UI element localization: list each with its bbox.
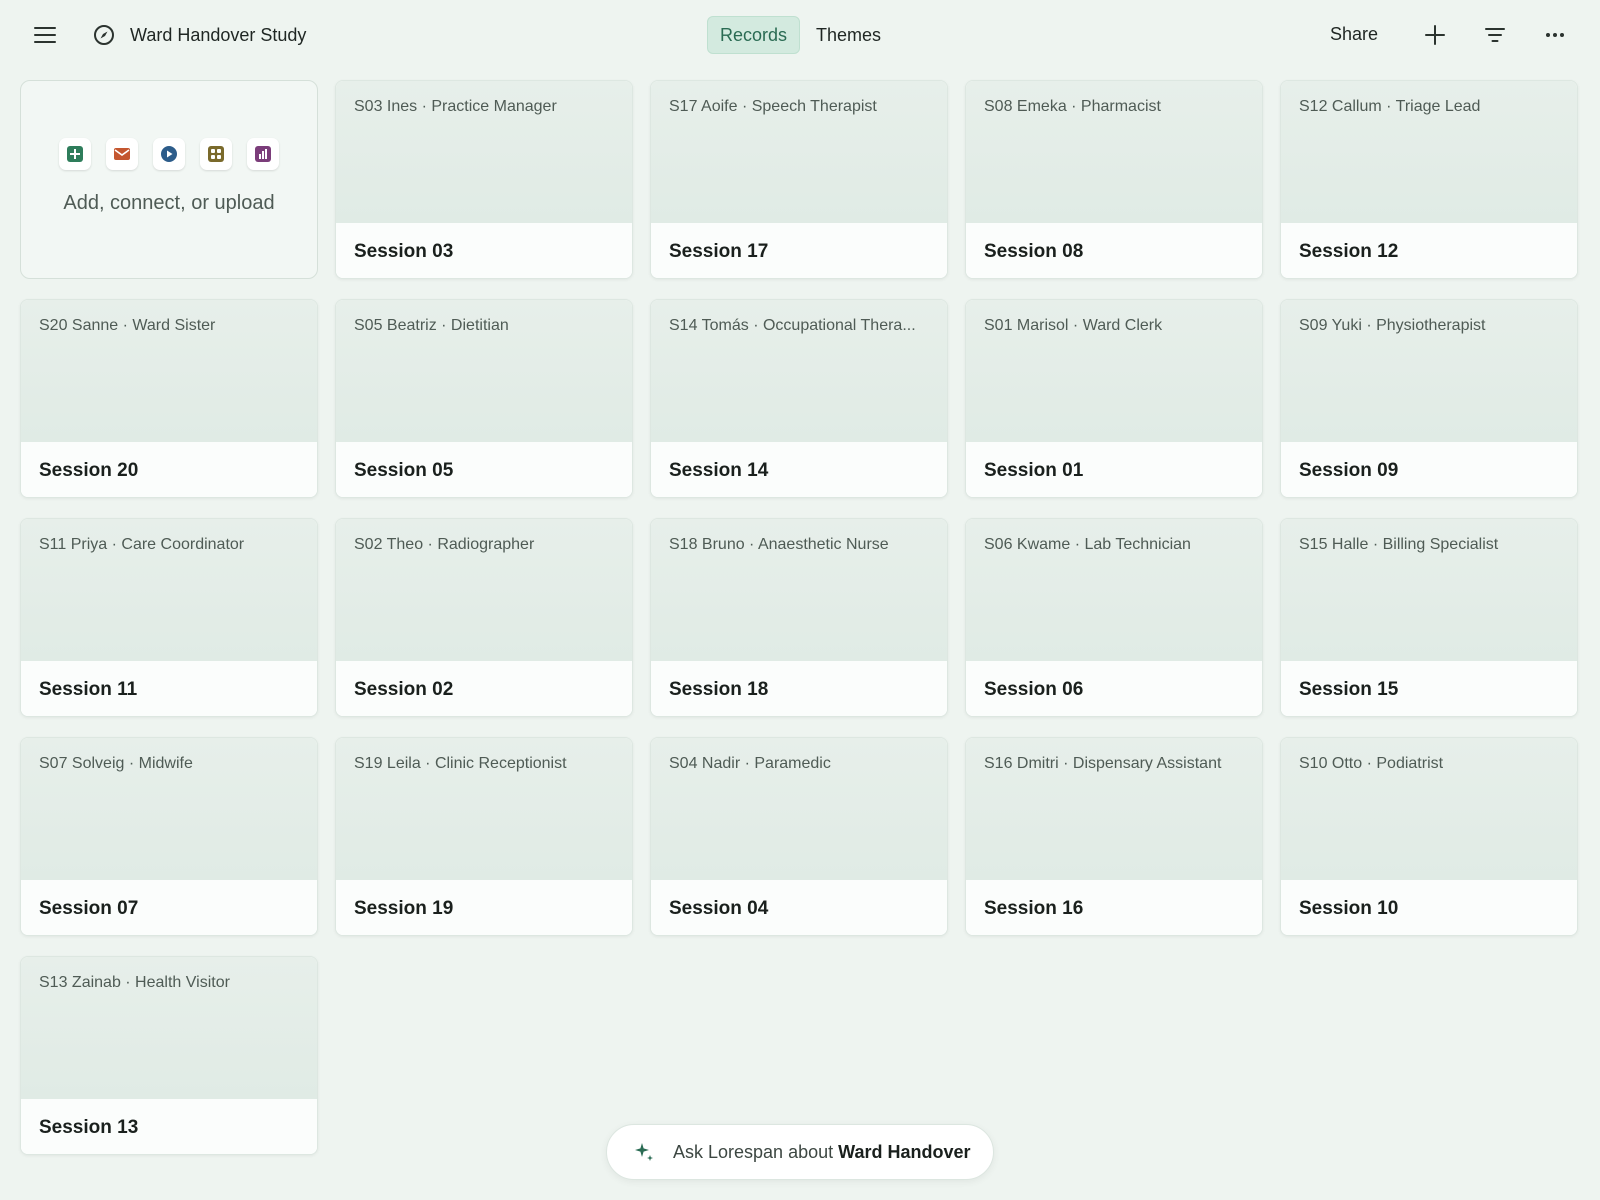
add-connect-upload-label: Add, connect, or upload <box>63 192 275 214</box>
record-session-title: Session 20 <box>21 442 317 497</box>
record-participant-label: S03 Ines · Practice Manager <box>336 81 632 223</box>
record-card[interactable]: S10 Otto · Podiatrist Session 10 <box>1280 737 1578 936</box>
record-session-title: Session 13 <box>21 1099 317 1154</box>
add-icon[interactable] <box>59 138 91 170</box>
menu-button[interactable] <box>27 17 63 53</box>
record-participant-label: S13 Zainab · Health Visitor <box>21 957 317 1099</box>
chart-icon[interactable] <box>247 138 279 170</box>
record-card[interactable]: S17 Aoife · Speech Therapist Session 17 <box>650 80 948 279</box>
plus-icon <box>1425 25 1445 45</box>
view-tabs: Records Themes <box>707 16 893 56</box>
record-card[interactable]: S16 Dmitri · Dispensary Assistant Session… <box>965 737 1263 936</box>
record-participant-label: S02 Theo · Radiographer <box>336 519 632 661</box>
record-session-title: Session 14 <box>651 442 947 497</box>
add-source-icons <box>59 138 279 170</box>
record-participant-label: S09 Yuki · Physiotherapist <box>1281 300 1577 442</box>
record-participant-label: S06 Kwame · Lab Technician <box>966 519 1262 661</box>
record-card[interactable]: S04 Nadir · Paramedic Session 04 <box>650 737 948 936</box>
record-card[interactable]: S09 Yuki · Physiotherapist Session 09 <box>1280 299 1578 498</box>
play-icon[interactable] <box>153 138 185 170</box>
record-card[interactable]: S20 Sanne · Ward Sister Session 20 <box>20 299 318 498</box>
record-participant-label: S07 Solveig · Midwife <box>21 738 317 880</box>
record-card[interactable]: S02 Theo · Radiographer Session 02 <box>335 518 633 717</box>
record-session-title: Session 06 <box>966 661 1262 716</box>
filter-button[interactable] <box>1477 17 1513 53</box>
record-participant-label: S17 Aoife · Speech Therapist <box>651 81 947 223</box>
record-session-title: Session 01 <box>966 442 1262 497</box>
share-button[interactable]: Share <box>1330 24 1378 45</box>
record-card[interactable]: S14 Tomás · Occupational Thera... Session… <box>650 299 948 498</box>
record-card[interactable]: S01 Marisol · Ward Clerk Session 01 <box>965 299 1263 498</box>
record-session-title: Session 19 <box>336 880 632 935</box>
add-button[interactable] <box>1417 17 1453 53</box>
record-card[interactable]: S08 Emeka · Pharmacist Session 08 <box>965 80 1263 279</box>
record-card[interactable]: S15 Halle · Billing Specialist Session 15 <box>1280 518 1578 717</box>
record-card[interactable]: S19 Leila · Clinic Receptionist Session 1… <box>335 737 633 936</box>
record-session-title: Session 05 <box>336 442 632 497</box>
record-session-title: Session 16 <box>966 880 1262 935</box>
record-participant-label: S15 Halle · Billing Specialist <box>1281 519 1577 661</box>
record-participant-label: S12 Callum · Triage Lead <box>1281 81 1577 223</box>
ellipsis-icon <box>1546 33 1564 37</box>
record-participant-label: S05 Beatriz · Dietitian <box>336 300 632 442</box>
sparkle-icon <box>635 1143 653 1161</box>
tab-themes[interactable]: Themes <box>804 16 893 54</box>
record-participant-label: S10 Otto · Podiatrist <box>1281 738 1577 880</box>
record-card[interactable]: S05 Beatriz · Dietitian Session 05 <box>335 299 633 498</box>
compass-icon <box>92 23 116 47</box>
record-card[interactable]: S18 Bruno · Anaesthetic Nurse Session 18 <box>650 518 948 717</box>
record-card[interactable]: S12 Callum · Triage Lead Session 12 <box>1280 80 1578 279</box>
record-card[interactable]: S03 Ines · Practice Manager Session 03 <box>335 80 633 279</box>
record-session-title: Session 18 <box>651 661 947 716</box>
record-participant-label: S20 Sanne · Ward Sister <box>21 300 317 442</box>
record-card[interactable]: S11 Priya · Care Coordinator Session 11 <box>20 518 318 717</box>
record-participant-label: S08 Emeka · Pharmacist <box>966 81 1262 223</box>
record-participant-label: S18 Bruno · Anaesthetic Nurse <box>651 519 947 661</box>
record-participant-label: S19 Leila · Clinic Receptionist <box>336 738 632 880</box>
record-session-title: Session 11 <box>21 661 317 716</box>
hamburger-icon <box>34 27 56 43</box>
record-session-title: Session 04 <box>651 880 947 935</box>
record-session-title: Session 07 <box>21 880 317 935</box>
ask-subject-text: Ward Handover <box>838 1141 971 1162</box>
ask-prefix-text: Ask Lorespan about <box>673 1141 834 1162</box>
record-participant-label: S11 Priya · Care Coordinator <box>21 519 317 661</box>
filter-icon <box>1485 28 1505 42</box>
record-card[interactable]: S13 Zainab · Health Visitor Session 13 <box>20 956 318 1155</box>
record-card[interactable]: S06 Kwame · Lab Technician Session 06 <box>965 518 1263 717</box>
record-participant-label: S04 Nadir · Paramedic <box>651 738 947 880</box>
tab-records[interactable]: Records <box>707 16 801 54</box>
records-grid: Add, connect, or upload S03 Ines · Pract… <box>20 80 1580 1155</box>
record-session-title: Session 02 <box>336 661 632 716</box>
record-card[interactable]: S07 Solveig · Midwife Session 07 <box>20 737 318 936</box>
record-participant-label: S14 Tomás · Occupational Thera... <box>651 300 947 442</box>
mail-icon[interactable] <box>106 138 138 170</box>
record-session-title: Session 10 <box>1281 880 1577 935</box>
record-session-title: Session 09 <box>1281 442 1577 497</box>
record-session-title: Session 08 <box>966 223 1262 278</box>
more-options-button[interactable] <box>1537 17 1573 53</box>
record-participant-label: S16 Dmitri · Dispensary Assistant <box>966 738 1262 880</box>
add-connect-upload-card[interactable]: Add, connect, or upload <box>20 80 318 279</box>
study-title: Ward Handover Study <box>130 25 307 45</box>
top-bar: Ward Handover Study Records Themes Share <box>0 0 1600 72</box>
ask-assistant-bar[interactable]: Ask Lorespan about Ward Handover <box>606 1124 994 1180</box>
record-session-title: Session 17 <box>651 223 947 278</box>
record-session-title: Session 03 <box>336 223 632 278</box>
grid-icon[interactable] <box>200 138 232 170</box>
record-session-title: Session 12 <box>1281 223 1577 278</box>
record-participant-label: S01 Marisol · Ward Clerk <box>966 300 1262 442</box>
record-session-title: Session 15 <box>1281 661 1577 716</box>
